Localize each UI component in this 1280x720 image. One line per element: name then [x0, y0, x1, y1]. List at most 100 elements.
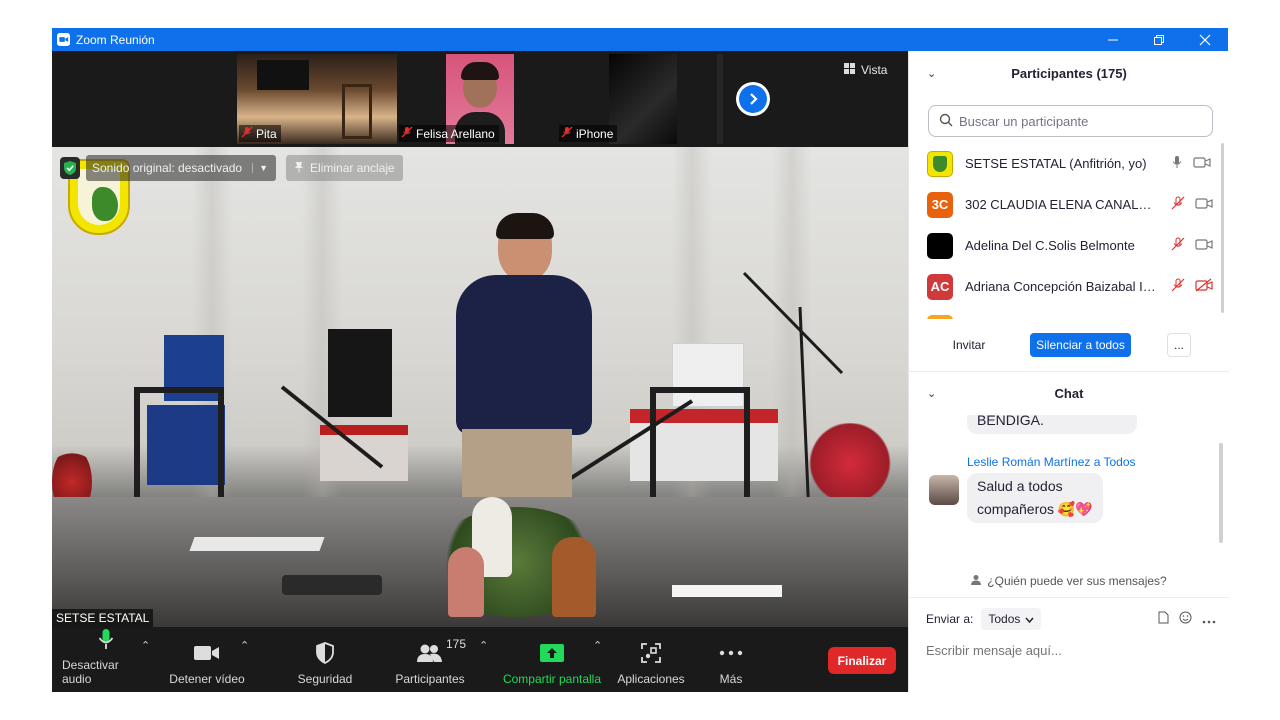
chevron-down-icon[interactable]: ⌄ [927, 67, 936, 80]
pin-icon [294, 161, 304, 176]
next-page-button[interactable] [736, 82, 770, 116]
mute-all-button[interactable]: Silenciar a todos [1030, 333, 1131, 357]
main-speaker-video: Sonido original: desactivado ▼ Eliminar … [52, 147, 908, 627]
side-panel: ⌄ Participantes (175) Buscar un particip… [908, 51, 1229, 692]
video-overlay-controls: Sonido original: desactivado ▼ Eliminar … [60, 155, 403, 181]
participant-row[interactable]: 3C 302 CLAUDIA ELENA CANALES ... [909, 184, 1221, 225]
video-camera-icon[interactable] [1195, 197, 1213, 212]
video-camera-icon[interactable] [1193, 156, 1211, 171]
chat-sender: Leslie Román Martínez a Todos [967, 455, 1136, 469]
apps-icon [641, 640, 661, 666]
stop-video-button[interactable]: Detener vídeo [166, 627, 248, 692]
thumbnail-name-label: Pita [239, 125, 281, 142]
mic-muted-icon[interactable] [1171, 278, 1185, 295]
chevron-down-icon [1025, 612, 1034, 626]
window-title: Zoom Reunión [76, 32, 155, 47]
security-shield-icon [60, 157, 80, 179]
video-camera-icon [194, 640, 220, 666]
chat-header: ⌄ Chat [927, 385, 1084, 401]
chat-message: Salud a todos compañeros 🥰💖 [967, 473, 1103, 523]
chevron-up-icon[interactable]: ⌃ [479, 639, 488, 652]
panel-divider [909, 597, 1229, 598]
avatar: AC [927, 273, 953, 300]
speaker-name-label: SETSE ESTATAL [52, 609, 154, 627]
zoom-app-icon [56, 33, 70, 47]
share-screen-button[interactable]: Compartir pantalla [500, 627, 604, 692]
end-meeting-button[interactable]: Finalizar [828, 647, 896, 674]
original-sound-toggle[interactable]: Sonido original: desactivado ▼ [86, 155, 277, 181]
unpin-button[interactable]: Eliminar anclaje [286, 155, 403, 181]
who-can-see-link[interactable]: ¿Quién puede ver sus mensajes? [909, 571, 1229, 591]
avatar: 3C [927, 191, 953, 218]
participant-row-partial[interactable] [909, 307, 1221, 319]
chat-message: BENDIGA. [967, 415, 1137, 434]
emoji-icon[interactable] [1179, 611, 1192, 627]
avatar [927, 150, 953, 177]
apps-button[interactable]: Aplicaciones [614, 627, 688, 692]
participant-search-field[interactable]: Buscar un participante [928, 105, 1213, 137]
grid-view-icon [844, 63, 856, 77]
mute-button[interactable]: Desactivar audio [62, 627, 150, 692]
person-info-icon [971, 574, 983, 589]
participant-actions: Invitar Silenciar a todos ... [909, 333, 1229, 365]
participants-count: 175 [446, 637, 467, 651]
speaker-shirt [456, 275, 592, 435]
participants-icon [417, 640, 443, 666]
chevron-down-icon[interactable]: ▼ [252, 163, 268, 173]
mic-muted-icon [241, 126, 253, 141]
video-camera-icon[interactable] [1195, 238, 1213, 253]
participant-thumbnail-partial [717, 54, 723, 144]
mic-muted-icon[interactable] [1171, 237, 1185, 254]
recipient-dropdown[interactable]: Todos [981, 608, 1042, 630]
chevron-up-icon[interactable]: ⌃ [141, 639, 150, 652]
table [52, 497, 908, 627]
view-button[interactable]: Vista [844, 63, 887, 77]
more-dots-icon[interactable] [1202, 612, 1216, 627]
chat-message-input[interactable] [926, 639, 1216, 661]
video-area: Pita Felisa Arellano iPhone Vista Sonido… [52, 51, 908, 692]
minimize-icon[interactable] [1090, 28, 1136, 51]
chevron-up-icon[interactable]: ⌃ [593, 639, 602, 652]
shield-icon [316, 640, 334, 666]
chevron-right-icon [739, 85, 767, 113]
participant-row[interactable]: Adelina Del C.Solis Belmonte [909, 225, 1221, 266]
share-screen-icon [540, 640, 564, 666]
chevron-up-icon[interactable]: ⌃ [240, 639, 249, 652]
avatar [929, 475, 959, 505]
mic-muted-icon [401, 126, 413, 141]
participant-thumbnail[interactable]: iPhone [557, 54, 717, 144]
gallery-strip: Pita Felisa Arellano iPhone Vista [52, 51, 908, 147]
microphone-icon[interactable] [1171, 155, 1183, 172]
close-icon[interactable] [1182, 28, 1228, 51]
zoom-window: Zoom Reunión Pita Felisa Arellano iPhone… [52, 28, 1229, 692]
speaker-hair [496, 213, 554, 239]
file-icon[interactable] [1158, 611, 1169, 627]
mic-muted-icon[interactable] [1171, 196, 1185, 213]
participant-row[interactable]: AC Adriana Concepción Baizabal Ib... [909, 266, 1221, 307]
microphone-icon [97, 627, 115, 652]
participant-thumbnail[interactable]: Pita [237, 54, 397, 144]
participants-header: ⌄ Participantes (175) [927, 65, 1127, 81]
participant-thumbnail[interactable]: Felisa Arellano [397, 54, 557, 144]
title-bar: Zoom Reunión [52, 28, 1228, 51]
mic-muted-icon [561, 126, 573, 141]
chat-messages: BENDIGA. Leslie Román Martínez a Todos S… [909, 415, 1221, 545]
more-options-button[interactable]: ... [1167, 333, 1191, 357]
chevron-down-icon[interactable]: ⌄ [927, 387, 936, 400]
participant-list-scrollbar[interactable] [1221, 143, 1224, 319]
participant-row[interactable]: SETSE ESTATAL (Anfitrión, yo) [909, 143, 1221, 184]
thumbnail-name-label: iPhone [559, 125, 618, 142]
more-dots-icon [719, 640, 743, 666]
security-button[interactable]: Seguridad [292, 627, 358, 692]
restore-icon[interactable] [1136, 28, 1182, 51]
more-button[interactable]: Más [708, 627, 754, 692]
invite-button[interactable]: Invitar [946, 333, 992, 357]
search-icon [939, 113, 953, 130]
participant-list: SETSE ESTATAL (Anfitrión, yo) 3C 302 CLA… [909, 143, 1221, 319]
video-off-icon[interactable] [1195, 278, 1213, 295]
meeting-toolbar: Desactivar audio ⌃ Detener vídeo ⌃ Segur… [52, 627, 908, 692]
send-to-row: Enviar a: Todos [926, 607, 1216, 631]
avatar [927, 314, 953, 319]
chat-scrollbar[interactable] [1219, 443, 1223, 543]
thumbnail-name-label: Felisa Arellano [399, 125, 499, 142]
